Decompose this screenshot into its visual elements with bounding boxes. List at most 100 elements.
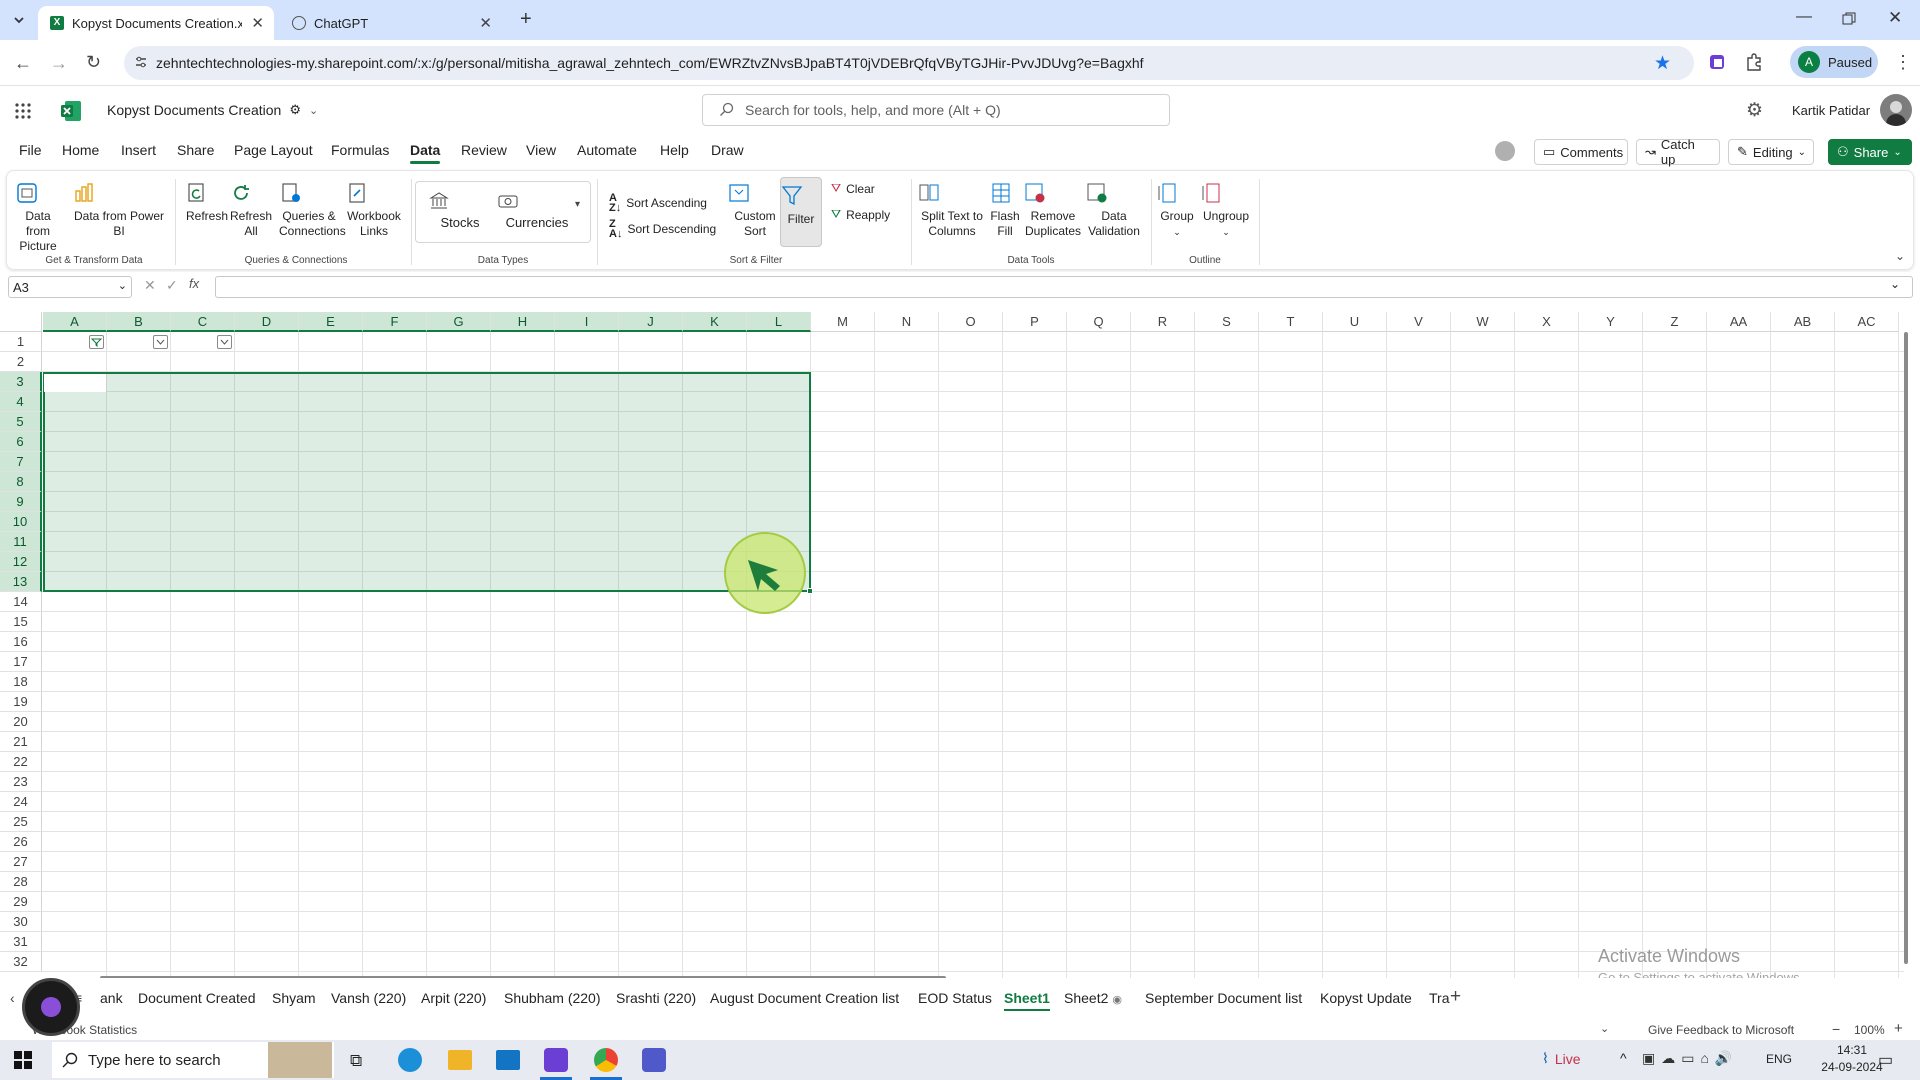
row-header-20[interactable]: 20 bbox=[0, 712, 42, 732]
extensions-puzzle-icon[interactable] bbox=[1744, 52, 1764, 72]
cricket-live-widget[interactable]: ⌇ Live bbox=[1542, 1050, 1581, 1067]
url-bar[interactable]: zehntechtechnologies-my.sharepoint.com/:… bbox=[124, 46, 1694, 80]
row-header-6[interactable]: 6 bbox=[0, 432, 42, 452]
zoom-out-icon[interactable]: − bbox=[1832, 1021, 1840, 1037]
filter-button[interactable]: Filter bbox=[780, 177, 822, 247]
row-header-23[interactable]: 23 bbox=[0, 772, 42, 792]
formula-input[interactable] bbox=[215, 276, 1913, 298]
row-header-32[interactable]: 32 bbox=[0, 952, 42, 972]
forward-arrow-icon[interactable]: → bbox=[50, 53, 68, 74]
split-text-button[interactable]: Split Text to Columns bbox=[917, 181, 987, 239]
expand-formula-chevron-icon[interactable]: ⌄ bbox=[1890, 277, 1900, 291]
chevron-down-icon[interactable]: ⌄ bbox=[1600, 1022, 1609, 1035]
row-header-4[interactable]: 4 bbox=[0, 392, 42, 412]
sheet-tab[interactable]: Tra bbox=[1429, 990, 1449, 1006]
sort-ascending-button[interactable]: A Z↓ Sort Ascending bbox=[609, 193, 707, 214]
queries-connections-button[interactable]: Queries & Connections bbox=[279, 181, 346, 239]
column-header-i[interactable]: I bbox=[555, 312, 619, 332]
browser-tab-excel[interactable]: X Kopyst Documents Creation.xlsx ✕ bbox=[38, 6, 274, 40]
row-header-5[interactable]: 5 bbox=[0, 412, 42, 432]
windows-start-icon[interactable] bbox=[14, 1051, 32, 1069]
custom-sort-button[interactable]: Custom Sort bbox=[727, 181, 783, 239]
column-header-y[interactable]: Y bbox=[1579, 312, 1643, 332]
row-header-1[interactable]: 1 bbox=[0, 332, 42, 352]
flash-fill-button[interactable]: Flash Fill bbox=[989, 181, 1021, 239]
column-header-aa[interactable]: AA bbox=[1707, 312, 1771, 332]
zoom-in-icon[interactable]: + bbox=[1894, 1020, 1903, 1037]
chrome-icon[interactable] bbox=[594, 1048, 618, 1072]
comments-button[interactable]: ▭ Comments bbox=[1534, 139, 1628, 165]
show-hidden-icons-chevron-icon[interactable]: ^ bbox=[1620, 1050, 1627, 1066]
file-explorer-icon[interactable] bbox=[448, 1050, 472, 1070]
gallery-expand-chevron-icon[interactable]: ▾ bbox=[575, 199, 580, 210]
column-header-g[interactable]: G bbox=[427, 312, 491, 332]
column-header-d[interactable]: D bbox=[235, 312, 299, 332]
column-header-p[interactable]: P bbox=[1003, 312, 1067, 332]
refresh-all-button[interactable]: Refresh All bbox=[229, 181, 273, 239]
column-header-ab[interactable]: AB bbox=[1771, 312, 1835, 332]
row-header-22[interactable]: 22 bbox=[0, 752, 42, 772]
tab-draw[interactable]: Draw bbox=[711, 142, 744, 158]
column-header-k[interactable]: K bbox=[683, 312, 747, 332]
tab-page-layout[interactable]: Page Layout bbox=[234, 142, 313, 158]
row-header-10[interactable]: 10 bbox=[0, 512, 42, 532]
row-header-15[interactable]: 15 bbox=[0, 612, 42, 632]
close-tab-icon[interactable]: ✕ bbox=[479, 14, 492, 32]
tab-automate[interactable]: Automate bbox=[577, 142, 637, 158]
tab-formulas[interactable]: Formulas bbox=[331, 142, 389, 158]
column-header-r[interactable]: R bbox=[1131, 312, 1195, 332]
restore-window-icon[interactable] bbox=[1842, 12, 1856, 26]
column-header-x[interactable]: X bbox=[1515, 312, 1579, 332]
sheet-tab[interactable]: September Document list bbox=[1145, 990, 1302, 1006]
tab-data[interactable]: Data bbox=[410, 142, 441, 164]
notifications-icon[interactable]: ▭ bbox=[1878, 1050, 1893, 1070]
row-header-2[interactable]: 2 bbox=[0, 352, 42, 372]
tab-insert[interactable]: Insert bbox=[121, 142, 156, 158]
reload-icon[interactable]: ↻ bbox=[86, 52, 101, 73]
tab-home[interactable]: Home bbox=[62, 142, 99, 158]
row-header-21[interactable]: 21 bbox=[0, 732, 42, 752]
tab-view[interactable]: View bbox=[526, 142, 556, 158]
mail-icon[interactable] bbox=[496, 1050, 520, 1070]
sheet-tab[interactable]: EOD Status bbox=[918, 990, 992, 1006]
vertical-scrollbar[interactable] bbox=[1904, 332, 1908, 964]
column-header-n[interactable]: N bbox=[875, 312, 939, 332]
close-tab-icon[interactable]: ✕ bbox=[251, 14, 264, 32]
column-header-e[interactable]: E bbox=[299, 312, 363, 332]
select-all-corner[interactable] bbox=[0, 312, 42, 332]
clear-filter-button[interactable]: ⛛ Clear bbox=[831, 181, 875, 196]
sheet-tab[interactable]: Arpit (220) bbox=[421, 990, 486, 1006]
editing-mode-button[interactable]: ✎ Editing ⌄ bbox=[1728, 139, 1814, 165]
browser-tab-chatgpt[interactable]: ChatGPT ✕ bbox=[280, 6, 502, 40]
scroll-sheets-left-icon[interactable]: ‹ bbox=[10, 990, 15, 1006]
data-from-picture-button[interactable]: Data from Picture bbox=[15, 181, 61, 254]
edge-browser-icon[interactable] bbox=[398, 1048, 422, 1072]
app-icon[interactable] bbox=[544, 1048, 568, 1072]
taskbar-search-input[interactable]: Type here to search bbox=[52, 1042, 334, 1078]
document-title[interactable]: Kopyst Documents Creation ⚙ ⌄ bbox=[107, 102, 318, 118]
zoom-level[interactable]: 100% bbox=[1854, 1023, 1885, 1037]
remove-duplicates-button[interactable]: Remove Duplicates bbox=[1023, 181, 1083, 239]
bookmark-star-icon[interactable]: ★ bbox=[1654, 52, 1671, 75]
row-header-11[interactable]: 11 bbox=[0, 532, 42, 552]
minimize-window-icon[interactable]: — bbox=[1796, 8, 1812, 26]
refresh-button[interactable]: Refresh bbox=[185, 181, 229, 224]
row-header-25[interactable]: 25 bbox=[0, 812, 42, 832]
insert-function-icon[interactable]: fx bbox=[189, 276, 199, 291]
row-header-14[interactable]: 14 bbox=[0, 592, 42, 612]
row-header-28[interactable]: 28 bbox=[0, 872, 42, 892]
app-launcher-icon[interactable] bbox=[14, 102, 32, 120]
column-header-f[interactable]: F bbox=[363, 312, 427, 332]
site-info-icon[interactable] bbox=[134, 55, 148, 69]
row-header-7[interactable]: 7 bbox=[0, 452, 42, 472]
selection-range[interactable] bbox=[43, 372, 811, 592]
currencies-button[interactable]: Currencies bbox=[497, 191, 577, 230]
column-header-j[interactable]: J bbox=[619, 312, 683, 332]
stocks-button[interactable]: Stocks bbox=[429, 191, 491, 230]
row-header-16[interactable]: 16 bbox=[0, 632, 42, 652]
sheet-tab[interactable]: ank bbox=[100, 990, 123, 1006]
row-header-13[interactable]: 13 bbox=[0, 572, 42, 592]
name-box[interactable]: A3 ⌄ bbox=[8, 276, 132, 298]
give-feedback-link[interactable]: Give Feedback to Microsoft bbox=[1648, 1023, 1794, 1037]
row-header-27[interactable]: 27 bbox=[0, 852, 42, 872]
